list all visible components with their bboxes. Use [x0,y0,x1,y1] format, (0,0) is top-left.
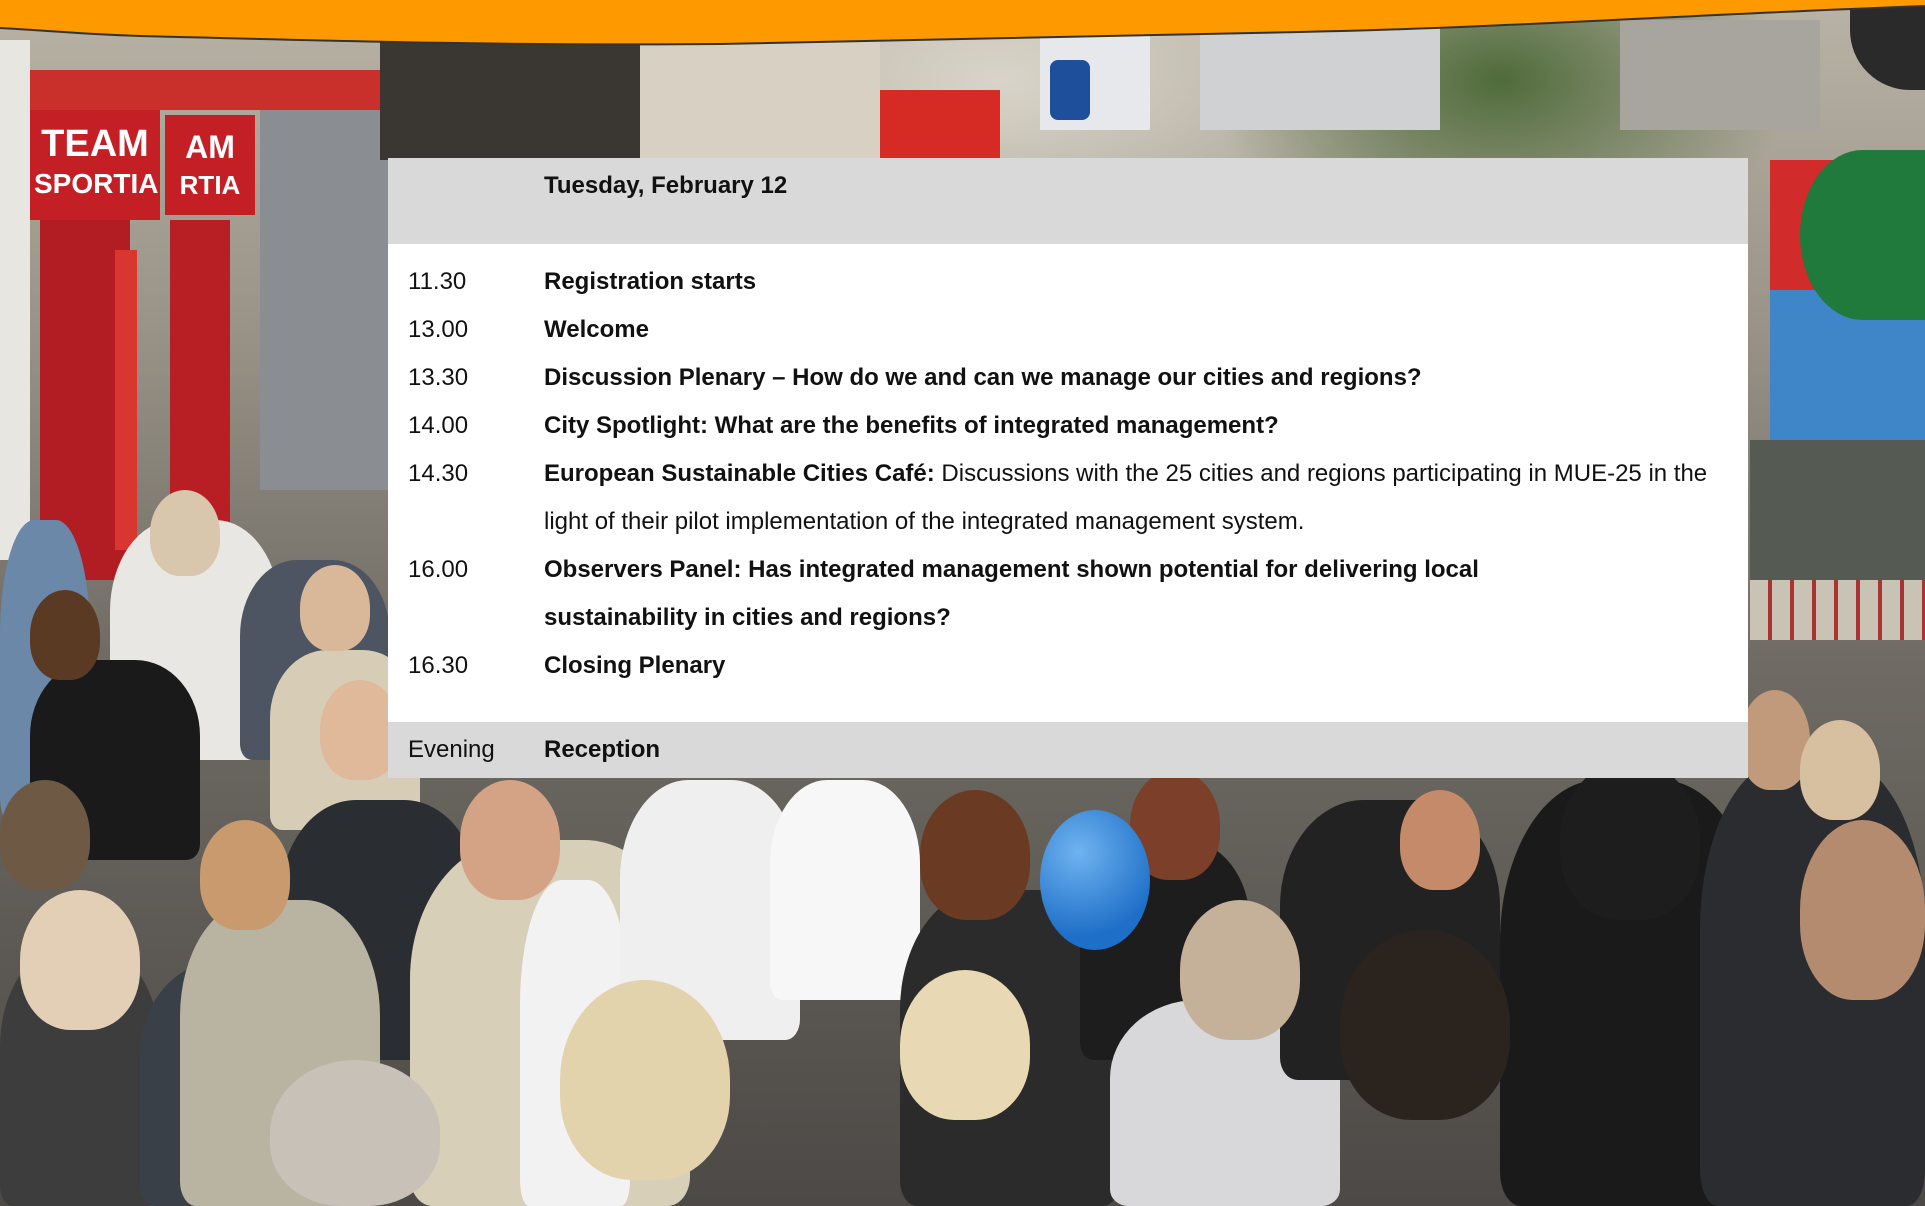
schedule-title: Observers Panel: Has integrated manageme… [544,556,1479,631]
schedule-time: 16.00 [408,556,469,583]
schedule-date: Tuesday, February 12 [544,172,788,199]
schedule-title: Reception [544,736,661,763]
balloon-graphic [1040,810,1150,950]
schedule-title: Welcome [544,316,649,343]
schedule-title: Registration starts [544,268,757,295]
schedule-time: 16.30 [408,652,469,679]
schedule-panel: Tuesday, February 12 11.30 Registration … [388,158,1748,778]
schedule-header: Tuesday, February 12 [388,158,1748,244]
schedule-time: 14.30 [408,460,469,487]
schedule-title: Discussion Plenary – How do we and can w… [544,364,1422,391]
schedule-time: 14.00 [408,412,469,439]
store-sign-team-sportia: TEAM SPORTIA [34,123,159,199]
schedule-time: 11.30 [408,268,467,295]
orange-banner [0,0,1925,46]
schedule-title: City Spotlight: What are the benefits of… [544,412,1279,439]
schedule-time: 13.00 [408,316,469,343]
schedule-evening-row: Evening Reception [388,722,1748,778]
schedule-time: 13.30 [408,364,469,391]
store-sign-sportia-partial: AM RTIA [179,129,241,200]
schedule-title: European Sustainable Cities Café: Discus… [544,460,1708,535]
schedule-time: Evening [408,736,495,763]
schedule-title: Closing Plenary [544,652,726,679]
